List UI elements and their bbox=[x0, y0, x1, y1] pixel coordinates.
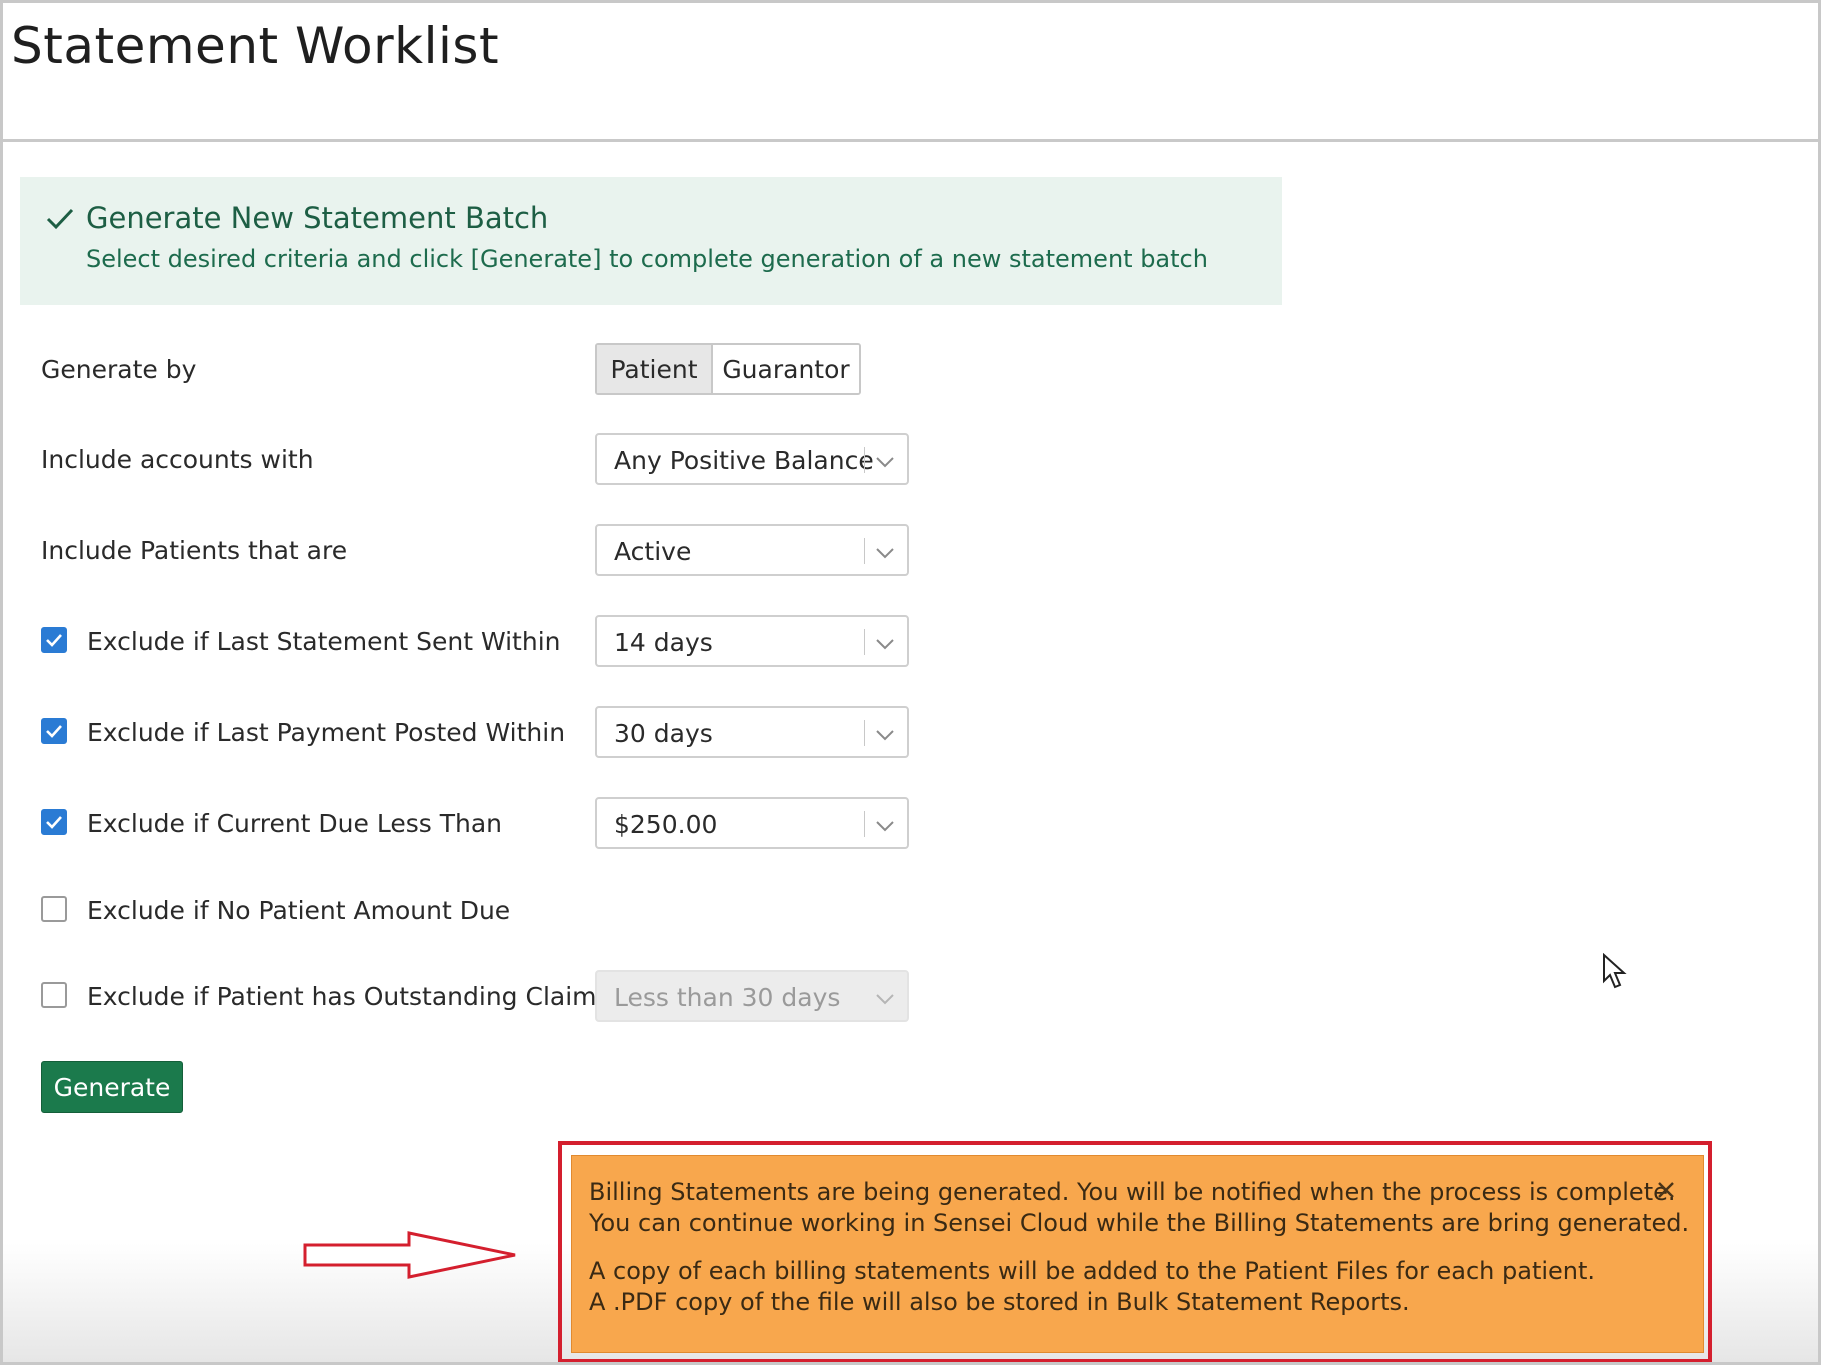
toast-line-3: A copy of each billing statements will b… bbox=[589, 1257, 1596, 1285]
exclude-last-statement-label: Exclude if Last Statement Sent Within bbox=[87, 627, 561, 656]
toast-line-1: Billing Statements are being generated. … bbox=[589, 1178, 1676, 1206]
select-separator bbox=[864, 811, 865, 837]
notification-toast: Billing Statements are being generated. … bbox=[571, 1155, 1704, 1353]
select-separator bbox=[864, 538, 865, 564]
exclude-last-payment-label: Exclude if Last Payment Posted Within bbox=[87, 718, 566, 747]
toast-line-2: You can continue working in Sensei Cloud… bbox=[589, 1209, 1690, 1237]
chevron-down-icon[interactable] bbox=[875, 635, 895, 654]
exclude-last-statement-checkbox[interactable] bbox=[41, 627, 67, 653]
banner-title: Generate New Statement Batch bbox=[86, 201, 549, 235]
toggle-guarantor[interactable]: Guarantor bbox=[713, 345, 859, 393]
select-separator bbox=[864, 629, 865, 655]
generate-by-toggle: Patient Guarantor bbox=[595, 343, 861, 395]
exclude-last-payment-row: Exclude if Last Payment Posted Within 30… bbox=[3, 706, 1003, 758]
include-patients-value: Active bbox=[614, 537, 692, 566]
exclude-current-due-select[interactable]: $250.00 bbox=[595, 797, 909, 849]
exclude-last-payment-value: 30 days bbox=[614, 719, 713, 748]
include-accounts-value: Any Positive Balance bbox=[614, 446, 874, 475]
select-separator bbox=[864, 720, 865, 746]
include-accounts-label: Include accounts with bbox=[41, 445, 314, 474]
toggle-patient[interactable]: Patient bbox=[597, 345, 713, 393]
close-icon[interactable] bbox=[1656, 1180, 1676, 1204]
include-patients-row: Include Patients that are Active bbox=[3, 524, 1003, 576]
title-divider bbox=[3, 139, 1818, 142]
chevron-down-icon[interactable] bbox=[875, 544, 895, 563]
info-banner: Generate New Statement Batch Select desi… bbox=[20, 177, 1282, 305]
exclude-current-due-row: Exclude if Current Due Less Than $250.00 bbox=[3, 797, 1003, 849]
generate-by-row: Generate by Patient Guarantor bbox=[3, 343, 1003, 395]
annotation-arrow-icon bbox=[303, 1231, 519, 1283]
exclude-current-due-checkbox[interactable] bbox=[41, 809, 67, 835]
banner-subtitle: Select desired criteria and click [Gener… bbox=[86, 245, 1208, 273]
include-accounts-select[interactable]: Any Positive Balance bbox=[595, 433, 909, 485]
include-patients-select[interactable]: Active bbox=[595, 524, 909, 576]
chevron-down-icon bbox=[875, 990, 895, 1009]
exclude-last-statement-select[interactable]: 14 days bbox=[595, 615, 909, 667]
chevron-down-icon[interactable] bbox=[875, 453, 895, 472]
exclude-outstanding-claims-checkbox[interactable] bbox=[41, 982, 67, 1008]
exclude-outstanding-claims-row: Exclude if Patient has Outstanding Claim… bbox=[3, 970, 1003, 1022]
page-title: Statement Worklist bbox=[11, 17, 500, 75]
exclude-no-amount-row: Exclude if No Patient Amount Due bbox=[3, 884, 1003, 936]
toast-line-4: A .PDF copy of the file will also be sto… bbox=[589, 1288, 1410, 1316]
select-separator bbox=[864, 447, 865, 473]
exclude-last-statement-row: Exclude if Last Statement Sent Within 14… bbox=[3, 615, 1003, 667]
include-accounts-row: Include accounts with Any Positive Balan… bbox=[3, 433, 1003, 485]
exclude-outstanding-claims-value: Less than 30 days bbox=[614, 983, 841, 1012]
exclude-last-payment-checkbox[interactable] bbox=[41, 718, 67, 744]
exclude-last-statement-value: 14 days bbox=[614, 628, 713, 657]
exclude-outstanding-claims-label: Exclude if Patient has Outstanding Claim… bbox=[87, 982, 610, 1011]
generate-by-label: Generate by bbox=[41, 355, 197, 384]
exclude-current-due-label: Exclude if Current Due Less Than bbox=[87, 809, 502, 838]
exclude-no-amount-label: Exclude if No Patient Amount Due bbox=[87, 896, 511, 925]
exclude-outstanding-claims-select: Less than 30 days bbox=[595, 970, 909, 1022]
exclude-last-payment-select[interactable]: 30 days bbox=[595, 706, 909, 758]
app-window: Statement Worklist Generate New Statemen… bbox=[0, 0, 1821, 1365]
exclude-no-amount-checkbox[interactable] bbox=[41, 896, 67, 922]
exclude-current-due-value: $250.00 bbox=[614, 810, 718, 839]
generate-button[interactable]: Generate bbox=[41, 1061, 183, 1113]
mouse-pointer-icon bbox=[1602, 952, 1628, 995]
checkmark-icon bbox=[45, 207, 75, 235]
include-patients-label: Include Patients that are bbox=[41, 536, 348, 565]
chevron-down-icon[interactable] bbox=[875, 817, 895, 836]
chevron-down-icon[interactable] bbox=[875, 726, 895, 745]
